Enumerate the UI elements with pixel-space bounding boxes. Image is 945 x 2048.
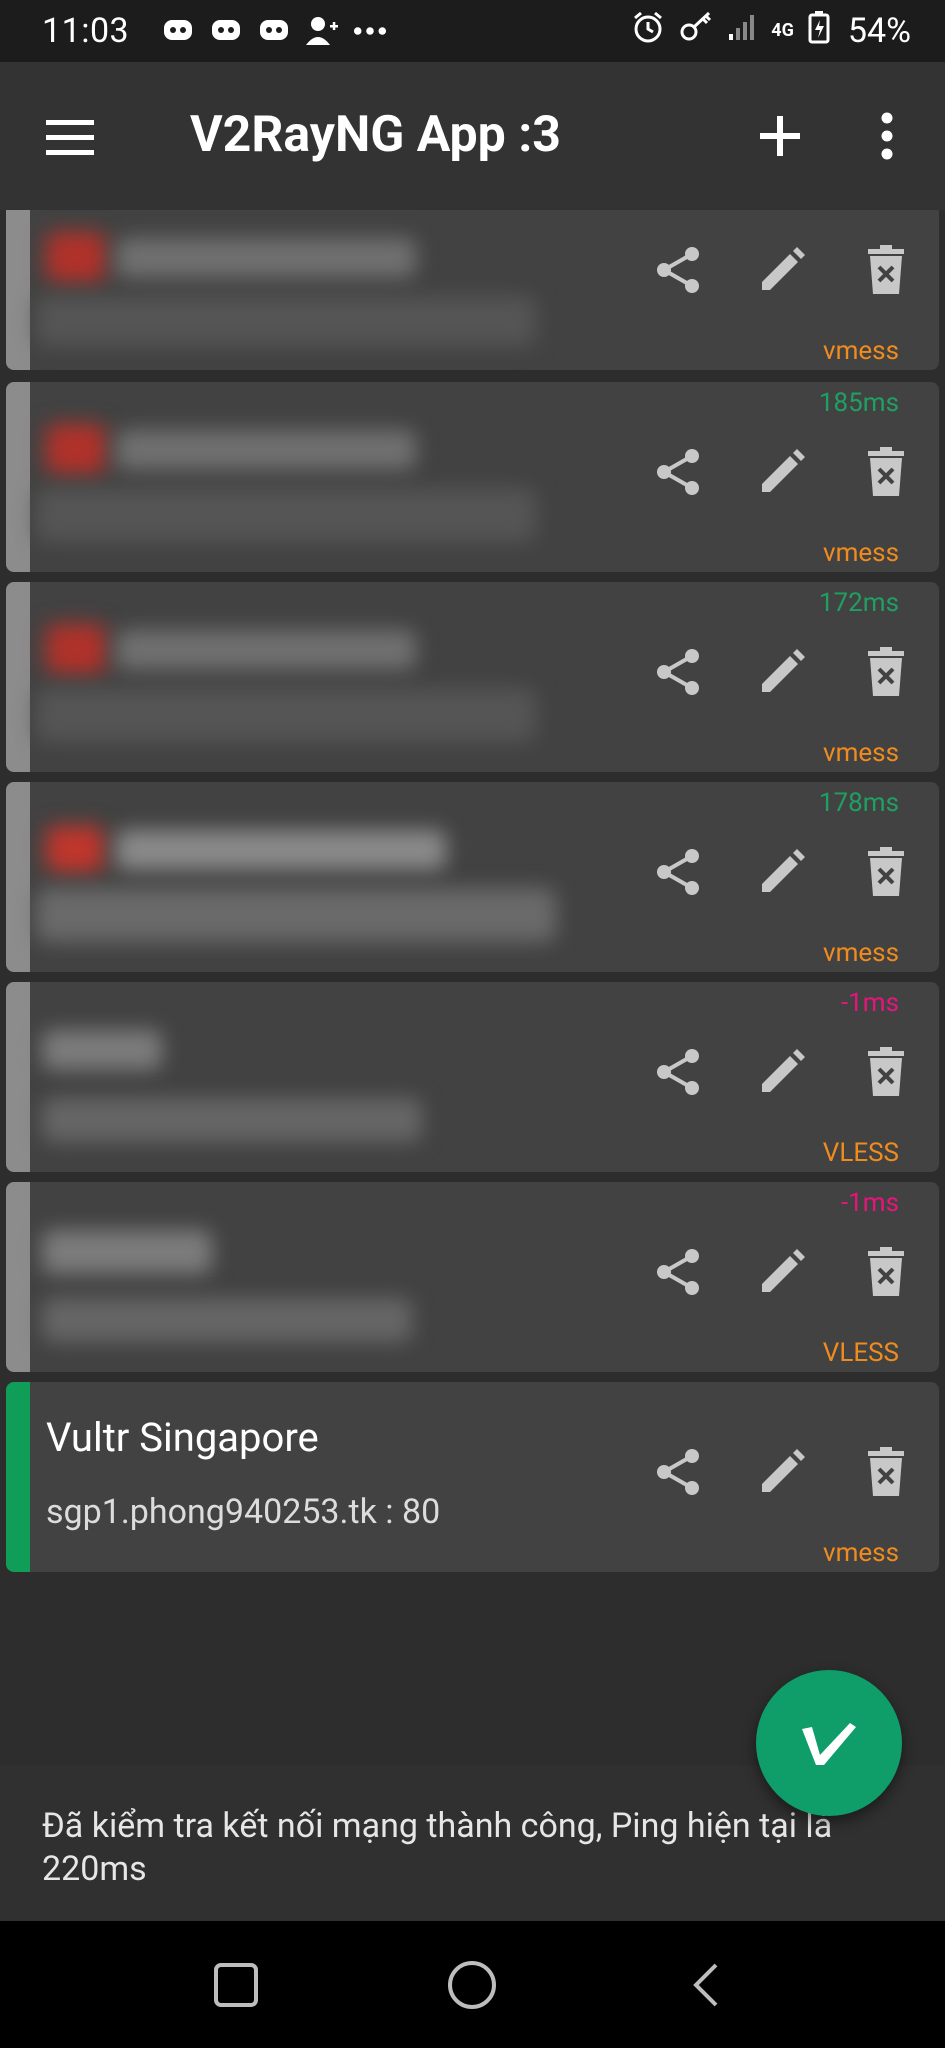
redacted-name <box>116 238 416 278</box>
protocol-type: vmess <box>822 1538 899 1568</box>
edit-icon[interactable] <box>742 1432 822 1512</box>
more-vert-icon[interactable] <box>862 108 912 164</box>
protocol-type: vmess <box>822 336 899 366</box>
edit-icon[interactable] <box>742 632 822 712</box>
discord-icon <box>161 14 195 48</box>
share-icon[interactable] <box>638 1032 718 1112</box>
server-card-selected[interactable]: Vultr Singapore sgp1.phong940253.tk : 80… <box>6 1382 939 1572</box>
redacted-name <box>116 430 416 470</box>
home-icon[interactable] <box>440 1953 504 2017</box>
status-message-text: Đã kiểm tra kết nối mạng thành công, Pin… <box>42 1806 833 1889</box>
server-list[interactable]: vmess 185ms vmess 172ms vmess 178ms vmes… <box>0 210 945 1590</box>
selection-indicator <box>6 582 30 772</box>
ping-value: 178ms <box>818 788 899 818</box>
redacted-address <box>36 888 556 942</box>
delete-icon[interactable] <box>846 230 926 310</box>
share-icon[interactable] <box>638 632 718 712</box>
selection-indicator <box>6 382 30 572</box>
redacted-name <box>46 232 106 282</box>
share-icon[interactable] <box>638 432 718 512</box>
server-card[interactable]: -1ms VLESS <box>6 1182 939 1372</box>
selection-indicator <box>6 1382 30 1572</box>
redacted-name <box>42 1030 162 1070</box>
menu-icon[interactable] <box>42 112 98 162</box>
redacted-address <box>42 1298 412 1342</box>
redacted-address <box>36 688 536 742</box>
discord-icon <box>257 14 291 48</box>
protocol-type: VLESS <box>822 1138 899 1168</box>
ping-value: 172ms <box>818 588 899 618</box>
server-card[interactable]: -1ms VLESS <box>6 982 939 1172</box>
system-nav-bar <box>0 1921 945 2048</box>
vpn-key-icon <box>679 10 713 53</box>
edit-icon[interactable] <box>742 832 822 912</box>
back-icon[interactable] <box>676 1953 740 2017</box>
redacted-name <box>46 826 104 872</box>
share-icon[interactable] <box>638 1432 718 1512</box>
share-icon[interactable] <box>638 832 718 912</box>
delete-icon[interactable] <box>846 1432 926 1512</box>
redacted-name <box>46 424 106 474</box>
share-icon[interactable] <box>638 1232 718 1312</box>
server-card[interactable]: vmess <box>6 210 939 370</box>
network-type: 4G <box>771 20 794 41</box>
delete-icon[interactable] <box>846 1032 926 1112</box>
selection-indicator <box>6 782 30 972</box>
server-card[interactable]: 178ms vmess <box>6 782 939 972</box>
redacted-address <box>42 1098 422 1142</box>
ping-value: 185ms <box>818 388 899 418</box>
signal-icon <box>727 11 757 51</box>
status-bar: 11:03 4G 54% <box>0 0 945 62</box>
system-icons: 4G 54% <box>631 0 911 62</box>
more-notifications-icon <box>353 14 387 48</box>
redacted-name <box>116 830 446 870</box>
selection-indicator <box>6 210 30 370</box>
selection-indicator <box>6 1182 30 1372</box>
redacted-name <box>46 624 106 674</box>
server-card[interactable]: 185ms vmess <box>6 382 939 572</box>
add-icon[interactable] <box>752 108 808 164</box>
status-time: 11:03 <box>42 11 130 51</box>
delete-icon[interactable] <box>846 832 926 912</box>
recents-icon[interactable] <box>204 1953 268 2017</box>
redacted-address <box>36 488 536 542</box>
ping-value: -1ms <box>840 988 899 1018</box>
protocol-type: vmess <box>822 938 899 968</box>
edit-icon[interactable] <box>742 432 822 512</box>
ping-value: -1ms <box>840 1188 899 1218</box>
protocol-type: vmess <box>822 538 899 568</box>
server-card[interactable]: 172ms vmess <box>6 582 939 772</box>
discord-icon <box>209 14 243 48</box>
share-icon[interactable] <box>638 230 718 310</box>
delete-icon[interactable] <box>846 1232 926 1312</box>
redacted-address <box>36 296 536 346</box>
server-name: Vultr Singapore <box>46 1414 319 1461</box>
edit-icon[interactable] <box>742 1032 822 1112</box>
battery-percent: 54% <box>847 11 911 51</box>
notification-icons <box>161 14 387 48</box>
edit-icon[interactable] <box>742 230 822 310</box>
app-bar: V2RayNG App :3 <box>0 62 945 210</box>
connect-fab[interactable] <box>756 1670 902 1816</box>
edit-icon[interactable] <box>742 1232 822 1312</box>
person-add-icon <box>305 14 339 48</box>
battery-icon <box>808 10 830 53</box>
protocol-type: VLESS <box>822 1338 899 1368</box>
delete-icon[interactable] <box>846 632 926 712</box>
app-title: V2RayNG App :3 <box>190 106 561 164</box>
protocol-type: vmess <box>822 738 899 768</box>
v2ray-logo-icon <box>802 1723 856 1765</box>
alarm-icon <box>631 10 665 53</box>
redacted-name <box>116 630 416 670</box>
redacted-name <box>42 1230 212 1274</box>
selection-indicator <box>6 982 30 1172</box>
delete-icon[interactable] <box>846 432 926 512</box>
server-address: sgp1.phong940253.tk : 80 <box>46 1492 441 1532</box>
